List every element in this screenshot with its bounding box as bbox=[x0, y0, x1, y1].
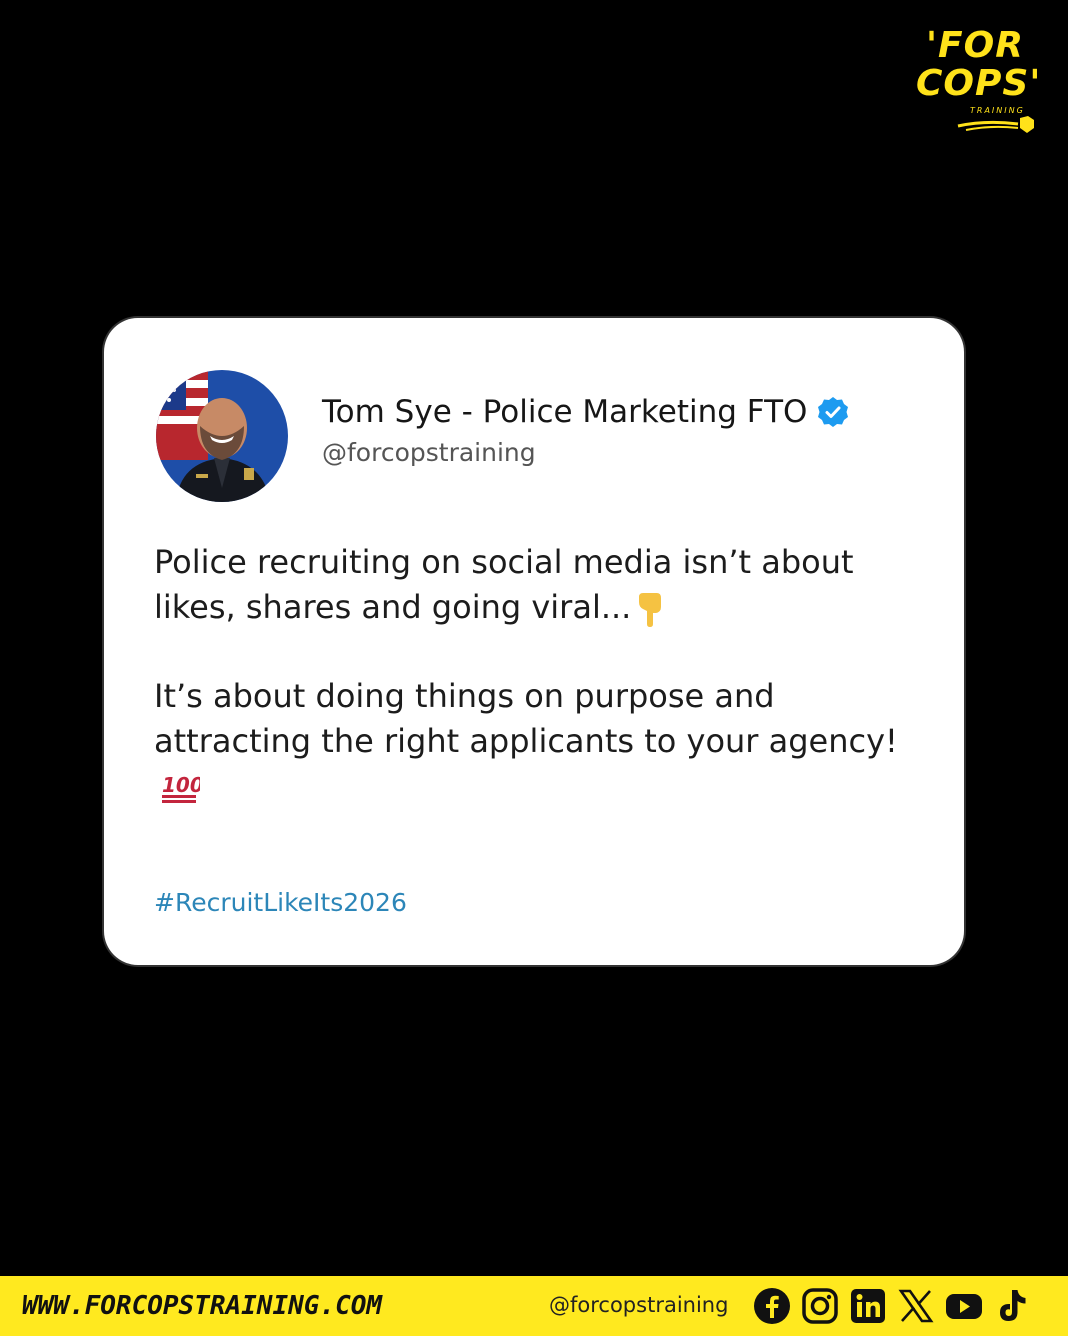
brand-logo: 'FOR COPS' TRAINING bbox=[916, 28, 1046, 138]
hundred-points-icon: 100 bbox=[162, 773, 200, 803]
facebook-icon[interactable] bbox=[752, 1286, 792, 1326]
post-paragraph-2: It’s about doing things on purpose and a… bbox=[154, 674, 914, 809]
svg-text:100: 100 bbox=[162, 773, 200, 797]
author-name[interactable]: Tom Sye - Police Marketing FTO bbox=[322, 394, 807, 430]
avatar-photo bbox=[156, 370, 288, 502]
logo-subtitle: TRAINING bbox=[970, 106, 1025, 115]
verified-badge-icon bbox=[818, 397, 849, 427]
website-link[interactable]: WWW.FORCOPSTRAINING.COM bbox=[22, 1291, 382, 1321]
avatar[interactable] bbox=[156, 370, 288, 502]
tiktok-icon[interactable] bbox=[992, 1286, 1032, 1326]
post-paragraph-2-text: It’s about doing things on purpose and a… bbox=[154, 677, 898, 760]
author-row: Tom Sye - Police Marketing FTO bbox=[322, 394, 849, 430]
youtube-icon[interactable] bbox=[944, 1286, 984, 1326]
logo-line1: 'FOR bbox=[926, 25, 1024, 66]
post-paragraph-1: Police recruiting on social media isn’t … bbox=[154, 540, 914, 630]
badge-swoosh-icon bbox=[957, 116, 1034, 133]
post-paragraph-1-text: Police recruiting on social media isn’t … bbox=[154, 543, 854, 626]
linkedin-icon[interactable] bbox=[848, 1286, 888, 1326]
logo-line2: COPS' bbox=[916, 63, 1042, 104]
post-card: Tom Sye - Police Marketing FTO @forcopst… bbox=[104, 318, 964, 965]
social-icons bbox=[752, 1286, 1032, 1326]
author-handle[interactable]: @forcopstraining bbox=[322, 438, 536, 467]
footer-handle[interactable]: @forcopstraining bbox=[549, 1293, 728, 1317]
pointing-down-icon bbox=[639, 593, 662, 627]
hashtag-link[interactable]: #RecruitLikeIts2026 bbox=[154, 888, 407, 917]
footer-bar: WWW.FORCOPSTRAINING.COM @forcopstraining bbox=[0, 1276, 1068, 1336]
x-icon[interactable] bbox=[896, 1286, 936, 1326]
instagram-icon[interactable] bbox=[800, 1286, 840, 1326]
